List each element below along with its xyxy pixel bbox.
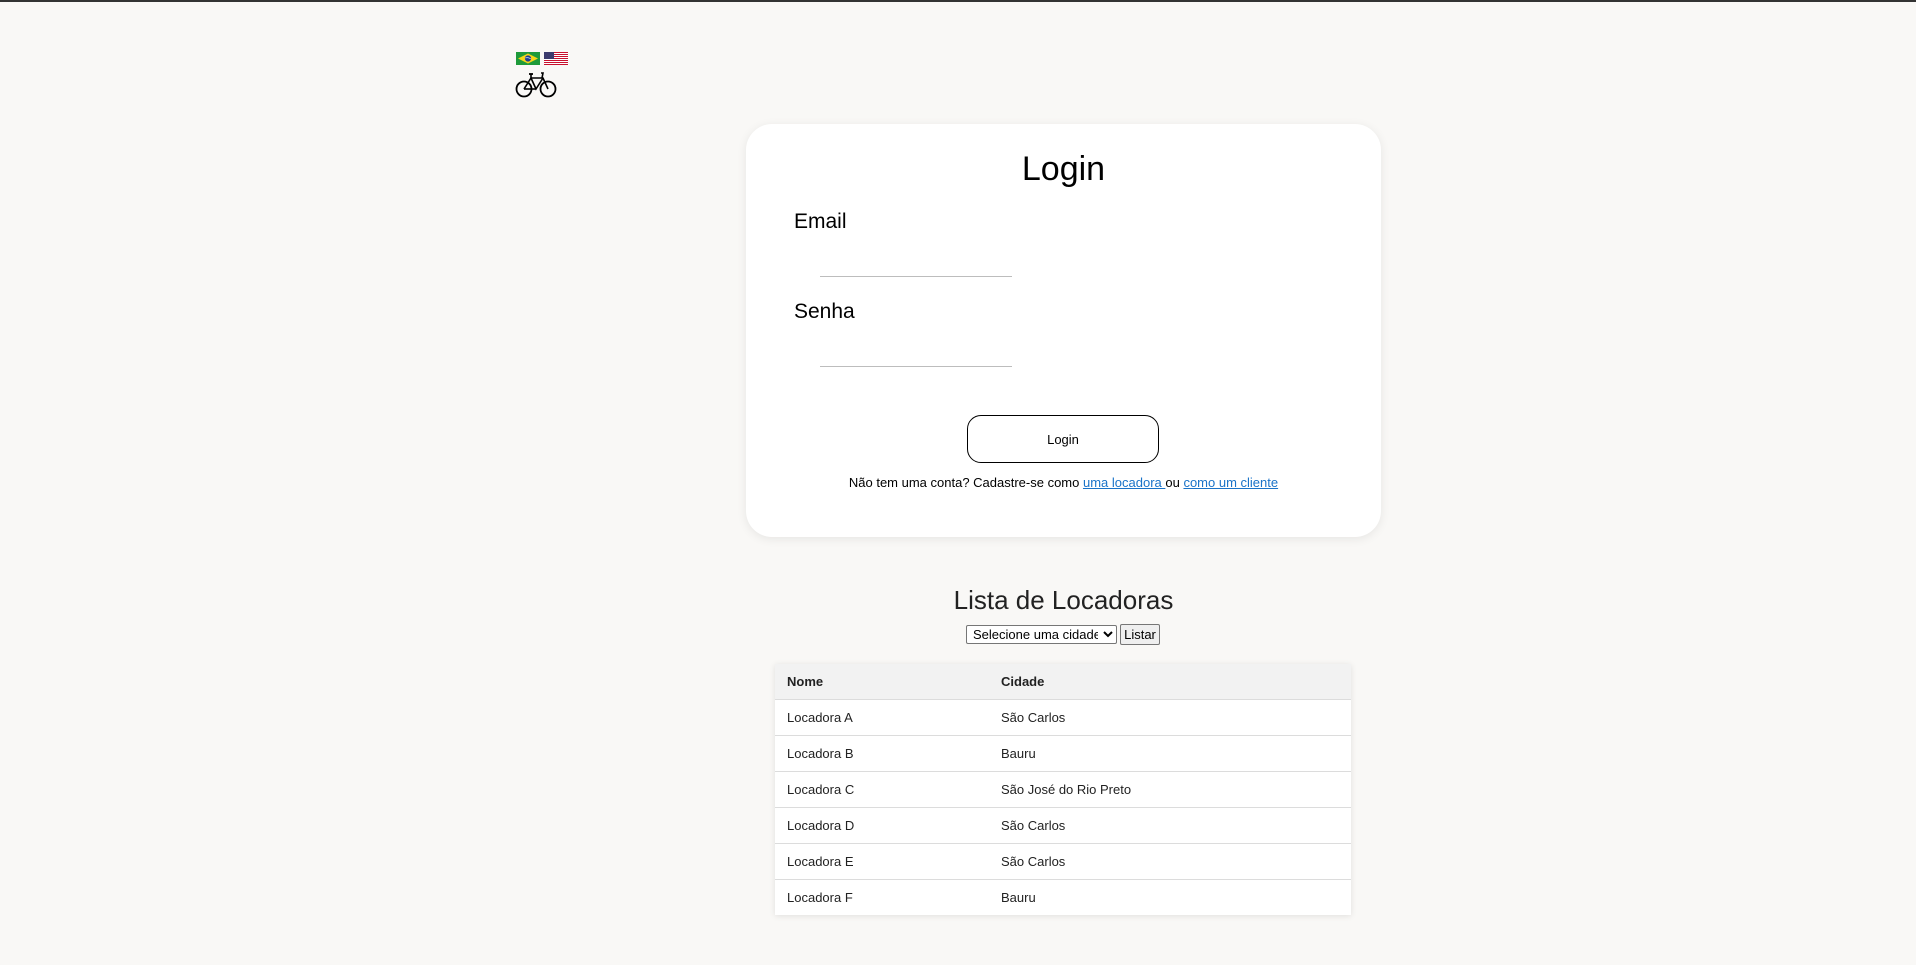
- password-field[interactable]: [820, 341, 1012, 367]
- password-label: Senha: [794, 300, 855, 323]
- cell-nome: Locadora A: [775, 699, 989, 736]
- table-row: Locadora D São Carlos: [775, 807, 1351, 844]
- usa-flag-icon[interactable]: [544, 52, 568, 65]
- cell-nome: Locadora B: [775, 735, 989, 772]
- column-header-cidade: Cidade: [989, 664, 1351, 700]
- cell-cidade: São José do Rio Preto: [989, 771, 1351, 808]
- signup-prompt: Não tem uma conta? Cadastre-se como uma …: [746, 475, 1381, 491]
- signup-client-link[interactable]: como um cliente: [1183, 475, 1278, 490]
- cell-cidade: Bauru: [989, 879, 1351, 915]
- signup-middle-text: ou: [1165, 475, 1184, 490]
- cell-cidade: São Carlos: [989, 807, 1351, 844]
- cell-cidade: São Carlos: [989, 699, 1351, 736]
- email-label: Email: [794, 210, 847, 233]
- language-switcher: [516, 52, 568, 65]
- list-button[interactable]: Listar: [1120, 624, 1160, 645]
- rental-table: Nome Cidade Locadora A São Carlos Locado…: [775, 664, 1351, 915]
- cell-cidade: São Carlos: [989, 843, 1351, 880]
- table-row: Locadora E São Carlos: [775, 843, 1351, 880]
- cell-cidade: Bauru: [989, 735, 1351, 772]
- table-row: Locadora C São José do Rio Preto: [775, 771, 1351, 808]
- cell-nome: Locadora D: [775, 807, 989, 844]
- table-header-row: Nome Cidade: [775, 664, 1351, 700]
- city-select[interactable]: Selecione uma cidade: [966, 625, 1117, 644]
- top-border: [0, 0, 1916, 2]
- table-row: Locadora B Bauru: [775, 735, 1351, 772]
- table-row: Locadora F Bauru: [775, 879, 1351, 915]
- cell-nome: Locadora F: [775, 879, 989, 915]
- brazil-flag-icon[interactable]: [516, 52, 540, 65]
- cell-nome: Locadora C: [775, 771, 989, 808]
- cell-nome: Locadora E: [775, 843, 989, 880]
- login-button[interactable]: Login: [967, 415, 1159, 463]
- column-header-nome: Nome: [775, 664, 989, 700]
- rental-list-title: Lista de Locadoras: [953, 585, 1174, 615]
- login-title: Login: [1021, 150, 1106, 188]
- table-row: Locadora A São Carlos: [775, 699, 1351, 736]
- email-field[interactable]: [820, 251, 1012, 277]
- bicycle-icon[interactable]: [515, 70, 557, 98]
- signup-prefix-text: Não tem uma conta? Cadastre-se como: [848, 475, 1083, 490]
- signup-rental-link[interactable]: uma locadora: [1083, 475, 1165, 490]
